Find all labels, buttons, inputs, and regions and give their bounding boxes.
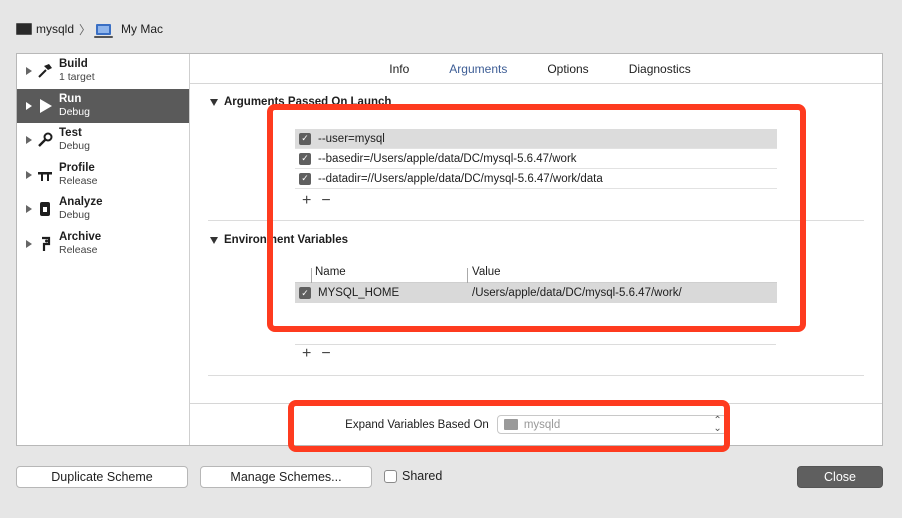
remove-argument-button[interactable]: − [321,192,330,210]
mac-icon [94,23,114,38]
sidebar-item-title: Build [59,58,88,71]
add-argument-button[interactable]: + [302,192,311,210]
env-list-divider [295,344,776,345]
wrench-icon [36,131,54,149]
expand-variables-popup[interactable]: mysqld ⌃ ⌄ [496,415,727,434]
arguments-section-title: Arguments Passed On Launch [224,96,392,108]
expand-variables-label: Expand Variables Based On [345,418,489,431]
tab-arguments[interactable]: Arguments [429,62,527,76]
column-header-value[interactable]: Value [467,266,501,283]
env-var-name[interactable]: MYSQL_HOME [318,287,399,299]
tab-info[interactable]: Info [369,62,429,76]
arguments-list: ✓ --user=mysql ✓ --basedir=/Users/apple/… [295,129,777,189]
column-header-name[interactable]: Name [295,266,467,283]
sidebar-item-archive[interactable]: Archive Release [17,227,189,262]
sidebar-item-profile[interactable]: Profile Release [17,158,189,193]
disclosure-triangle-icon[interactable] [26,101,32,110]
hammer-icon [36,62,54,80]
disclosure-triangle-down-icon[interactable] [210,98,218,106]
environment-section-header[interactable]: Environment Variables [210,234,348,246]
archive-icon [36,235,54,253]
argument-row[interactable]: ✓ --datadir=//Users/apple/data/DC/mysql-… [295,169,777,189]
disclosure-triangle-icon[interactable] [26,67,32,76]
sidebar-item-subtitle: Release [59,243,98,256]
scheme-breadcrumb[interactable]: mysqld 〉 My Mac [16,20,163,38]
sidebar-item-build[interactable]: Build 1 target [17,54,189,89]
sidebar-item-title: Run [59,92,82,105]
environment-section-title: Environment Variables [224,234,348,246]
sidebar-item-test[interactable]: Test Debug [17,123,189,158]
disclosure-triangle-icon[interactable] [26,136,32,145]
argument-checkbox[interactable]: ✓ [299,152,311,165]
environment-row[interactable]: ✓ MYSQL_HOME /Users/apple/data/DC/mysql-… [295,283,777,303]
sidebar-item-title: Profile [59,161,95,174]
close-button[interactable]: Close [797,466,883,488]
chevron-updown-icon: ⌃ ⌄ [713,415,722,434]
disclosure-triangle-icon[interactable] [26,205,32,214]
sidebar-item-analyze[interactable]: Analyze Debug [17,192,189,227]
argument-row[interactable]: ✓ --user=mysql [295,129,777,149]
manage-schemes-button[interactable]: Manage Schemes... [200,466,372,488]
sidebar-item-subtitle: Debug [59,105,90,118]
breadcrumb-destination[interactable]: My Mac [121,22,163,36]
sidebar-item-title: Test [59,127,82,140]
add-env-var-button[interactable]: + [302,345,311,363]
terminal-icon [16,23,32,35]
sidebar-item-subtitle: Release [59,174,98,187]
sidebar-item-title: Analyze [59,196,103,209]
footer-bar: Duplicate Scheme Manage Schemes... Share… [16,466,883,488]
shared-checkbox-group[interactable]: Shared [384,469,442,483]
disclosure-triangle-down-icon[interactable] [210,236,218,244]
environment-checkbox[interactable]: ✓ [299,287,311,299]
play-icon [36,97,54,115]
argument-value[interactable]: --datadir=//Users/apple/data/DC/mysql-5.… [318,173,603,185]
caliper-icon [36,166,54,184]
tab-options[interactable]: Options [527,62,608,76]
shared-checkbox[interactable] [384,469,397,483]
sidebar-item-subtitle: 1 target [59,71,95,84]
sidebar-item-title: Archive [59,230,102,243]
scheme-detail-pane: Info Arguments Options Diagnostics Argum… [190,54,882,445]
argument-value[interactable]: --basedir=/Users/apple/data/DC/mysql-5.6… [318,153,577,165]
environment-table-header: Name Value [295,261,777,283]
env-var-value[interactable]: /Users/apple/data/DC/mysql-5.6.47/work/ [467,287,682,299]
arguments-add-remove: + − [302,192,331,210]
environment-table: Name Value ✓ MYSQL_HOME /Users/apple/dat… [295,261,777,303]
shared-label[interactable]: Shared [402,469,442,483]
sidebar-item-subtitle: Debug [59,209,90,222]
argument-checkbox[interactable]: ✓ [299,132,311,145]
disclosure-triangle-icon[interactable] [26,170,32,179]
tab-diagnostics[interactable]: Diagnostics [609,62,711,76]
expand-variables-value: mysqld [523,418,561,431]
scheme-action-sidebar: Build 1 target Run Debug Test Debug Prof… [17,54,190,445]
expand-variables-bar: Expand Variables Based On mysqld ⌃ ⌄ [190,403,882,445]
chevron-right-icon: 〉 [79,22,92,37]
breadcrumb-scheme[interactable]: mysqld [36,22,74,36]
disclosure-triangle-icon[interactable] [26,239,32,248]
environment-add-remove: + − [302,345,331,363]
sidebar-item-run[interactable]: Run Debug [17,88,189,123]
arguments-section-header[interactable]: Arguments Passed On Launch [210,96,391,108]
argument-row[interactable]: ✓ --basedir=/Users/apple/data/DC/mysql-5… [295,149,777,169]
remove-env-var-button[interactable]: − [321,345,330,363]
section-divider [208,375,864,376]
terminal-icon [503,419,518,430]
tab-bar: Info Arguments Options Diagnostics [190,54,882,84]
section-divider [208,220,864,221]
argument-checkbox[interactable]: ✓ [299,172,311,185]
analyze-icon [36,200,54,218]
scheme-editor-panel: Build 1 target Run Debug Test Debug Prof… [16,53,883,446]
sidebar-item-subtitle: Debug [59,140,90,153]
duplicate-scheme-button[interactable]: Duplicate Scheme [16,466,188,488]
argument-value[interactable]: --user=mysql [318,133,385,145]
